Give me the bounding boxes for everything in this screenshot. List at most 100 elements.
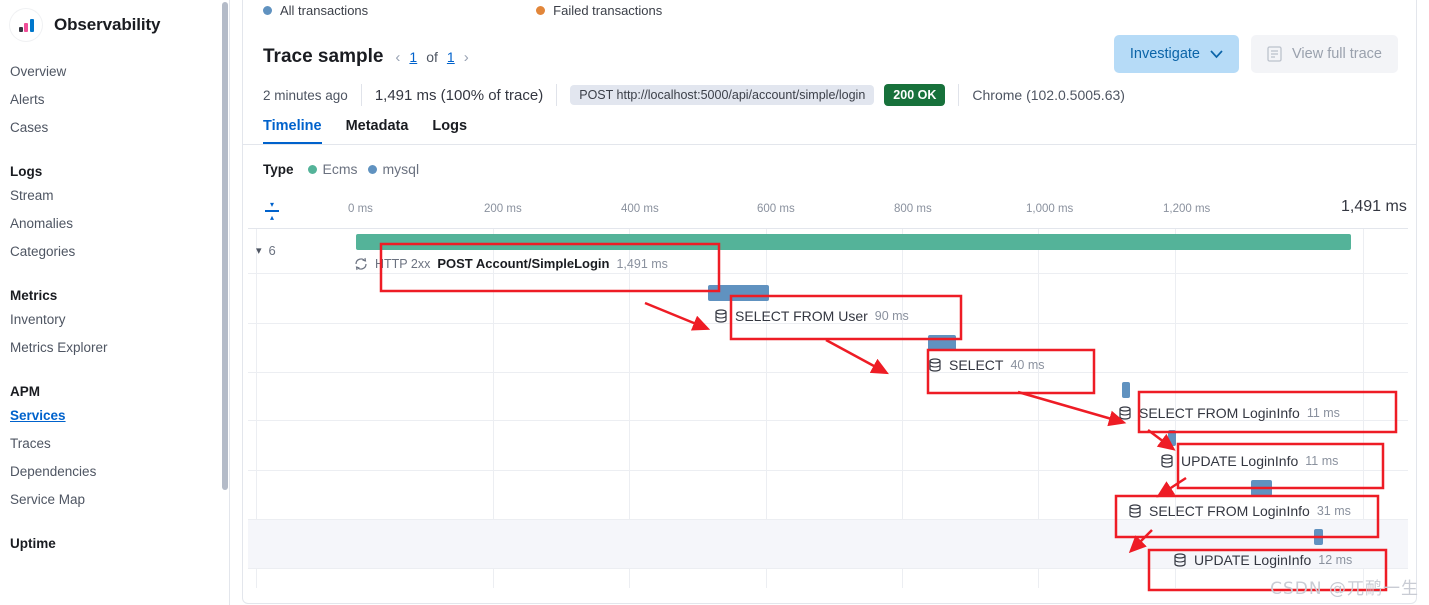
database-icon	[1119, 406, 1131, 420]
main-content: All transactions Failed transactions Tra…	[230, 0, 1429, 605]
sidebar-item-stream[interactable]: Stream	[0, 182, 229, 210]
row-child-count: 6	[268, 243, 276, 258]
span-status-root: HTTP 2xx	[375, 256, 431, 271]
pager-current[interactable]: 1	[409, 49, 417, 65]
table-row[interactable]: SELECT FROM LoginInfo 11 ms	[248, 373, 1408, 421]
trace-meta-row: 2 minutes ago 1,491 ms (100% of trace) P…	[243, 75, 1416, 109]
row-expand-toggle[interactable]: ▾ 6	[256, 243, 276, 258]
trace-url-pill: POST http://localhost:5000/api/account/s…	[570, 85, 875, 105]
sidebar-item-overview[interactable]: Overview	[0, 58, 229, 86]
tab-logs[interactable]: Logs	[432, 118, 467, 144]
trace-timestamp: 2 minutes ago	[263, 87, 348, 103]
span-bar-root[interactable]	[356, 234, 1351, 250]
sidebar-item-traces[interactable]: Traces	[0, 430, 229, 458]
chevron-down-icon	[1210, 49, 1223, 58]
database-icon	[1129, 504, 1141, 518]
meta-divider-3	[958, 84, 960, 106]
type-legend-mysql[interactable]: mysql	[367, 161, 420, 177]
axis-tick-1200: 1,200 ms	[1163, 203, 1211, 215]
collapse-all-icon[interactable]: ▾ ▴	[263, 200, 281, 222]
sidebar-group-title-logs: Logs	[10, 164, 43, 179]
table-row[interactable]: SELECT FROM User 90 ms	[248, 274, 1408, 324]
trace-waterfall: ▾ ▴ 0 ms 200 ms 400 ms 600 ms 800 ms 1,00…	[243, 198, 1416, 598]
legend-all-transactions[interactable]: All transactions	[263, 3, 368, 18]
sidebar-item-metrics-explorer[interactable]: Metrics Explorer	[0, 334, 229, 362]
type-legend: Type Ecms mysql	[243, 145, 1416, 177]
axis-tick-1000: 1,000 ms	[1026, 203, 1074, 215]
transactions-legend: All transactions Failed transactions	[243, 0, 1416, 27]
investigate-button[interactable]: Investigate	[1113, 35, 1239, 73]
watermark: CSDN @兀鸸一生	[1270, 579, 1419, 599]
sidebar-item-service-map[interactable]: Service Map	[0, 486, 229, 514]
span-duration-select: 40 ms	[1010, 358, 1045, 372]
span-name-select-from-user: SELECT FROM User	[735, 308, 868, 324]
span-label-select-logininfo-31: SELECT FROM LoginInfo 31 ms	[1128, 503, 1351, 519]
span-bar-select-from-user[interactable]	[708, 285, 769, 301]
span-duration-update-logininfo-12: 12 ms	[1318, 553, 1353, 567]
table-row[interactable]: SELECT 40 ms	[248, 324, 1408, 373]
legend-failed-transactions[interactable]: Failed transactions	[536, 3, 662, 18]
sidebar-item-anomalies[interactable]: Anomalies	[0, 210, 229, 238]
axis-tick-200: 200 ms	[484, 203, 522, 215]
axis-tick-400: 400 ms	[621, 203, 659, 215]
span-label-update-logininfo-12: UPDATE LoginInfo 12 ms	[1173, 552, 1352, 568]
span-name-update-logininfo-11: UPDATE LoginInfo	[1181, 453, 1299, 469]
sidebar: Observability Overview Alerts Cases Logs…	[0, 0, 230, 605]
span-duration-select-logininfo-31: 31 ms	[1316, 504, 1351, 518]
axis-tick-600: 600 ms	[757, 203, 795, 215]
span-bar-update-logininfo-11[interactable]	[1168, 430, 1176, 446]
sidebar-item-alerts[interactable]: Alerts	[0, 86, 229, 114]
sync-icon	[355, 257, 367, 270]
span-bar-update-logininfo-12[interactable]	[1314, 529, 1323, 545]
database-icon	[929, 358, 941, 372]
waterfall-rows: ▾ 6 HTTP 2xx POST Account/SimpleLogin 1,…	[248, 228, 1408, 588]
table-row[interactable]: ▾ 6 HTTP 2xx POST Account/SimpleLogin 1,…	[248, 229, 1408, 274]
trace-panel: All transactions Failed transactions Tra…	[242, 0, 1417, 604]
pager-total[interactable]: 1	[447, 49, 455, 65]
type-legend-ecms[interactable]: Ecms	[307, 161, 358, 177]
table-row[interactable]: SELECT FROM LoginInfo 31 ms	[248, 471, 1408, 520]
sidebar-item-cases[interactable]: Cases	[0, 114, 229, 142]
span-duration-update-logininfo-11: 11 ms	[1305, 454, 1339, 468]
chevron-right-icon[interactable]: ›	[464, 49, 469, 66]
trace-agent: Chrome (102.0.5005.63)	[972, 87, 1125, 103]
legend-failed-label: Failed transactions	[553, 2, 663, 18]
span-duration-select-from-user: 90 ms	[874, 309, 909, 323]
table-row[interactable]: UPDATE LoginInfo 11 ms	[248, 421, 1408, 471]
chevron-left-icon[interactable]: ‹	[395, 49, 400, 66]
sidebar-group-uptime: Uptime	[0, 536, 229, 554]
sidebar-group-apm: APM Services Traces Dependencies Service…	[0, 384, 229, 514]
sidebar-item-dependencies[interactable]: Dependencies	[0, 458, 229, 486]
legend-all-label: All transactions	[280, 2, 369, 18]
span-name-root: POST Account/SimpleLogin	[437, 256, 610, 271]
type-label-mysql: mysql	[382, 161, 420, 177]
investigate-label: Investigate	[1129, 46, 1200, 62]
brand-title: Observability	[54, 15, 161, 34]
span-label-select: SELECT 40 ms	[928, 357, 1045, 373]
sidebar-item-inventory[interactable]: Inventory	[0, 306, 229, 334]
span-bar-select-logininfo-31[interactable]	[1251, 480, 1272, 496]
sidebar-scrollbar[interactable]	[222, 2, 228, 490]
view-full-trace-button[interactable]: View full trace	[1251, 35, 1398, 73]
axis-tick-end: 1,491 ms	[1341, 198, 1407, 215]
span-duration-root: 1,491 ms	[616, 256, 668, 271]
chevron-down-icon: ▾	[256, 245, 262, 257]
table-row[interactable]: UPDATE LoginInfo 12 ms	[248, 520, 1408, 569]
sidebar-item-categories[interactable]: Categories	[0, 238, 229, 266]
axis-tick-0: 0 ms	[348, 203, 373, 215]
sidebar-item-services[interactable]: Services	[0, 402, 229, 430]
span-label-update-logininfo-11: UPDATE LoginInfo 11 ms	[1160, 453, 1338, 469]
span-bar-select[interactable]	[928, 335, 956, 351]
tab-metadata[interactable]: Metadata	[346, 118, 409, 144]
type-label-ecms: Ecms	[322, 161, 358, 177]
span-bar-select-logininfo-11[interactable]	[1122, 382, 1130, 398]
type-dot-ecms-icon	[307, 164, 317, 174]
legend-dot-failed-icon	[536, 5, 546, 15]
meta-divider-1	[360, 84, 362, 106]
span-name-select-logininfo-31: SELECT FROM LoginInfo	[1149, 503, 1310, 519]
legend-dot-all-icon	[263, 5, 272, 15]
view-full-trace-label: View full trace	[1292, 46, 1382, 62]
pager-of-label: of	[426, 49, 438, 65]
tab-timeline[interactable]: Timeline	[263, 118, 322, 144]
sidebar-nav: Overview Alerts Cases Logs Stream Anomal…	[0, 44, 229, 554]
